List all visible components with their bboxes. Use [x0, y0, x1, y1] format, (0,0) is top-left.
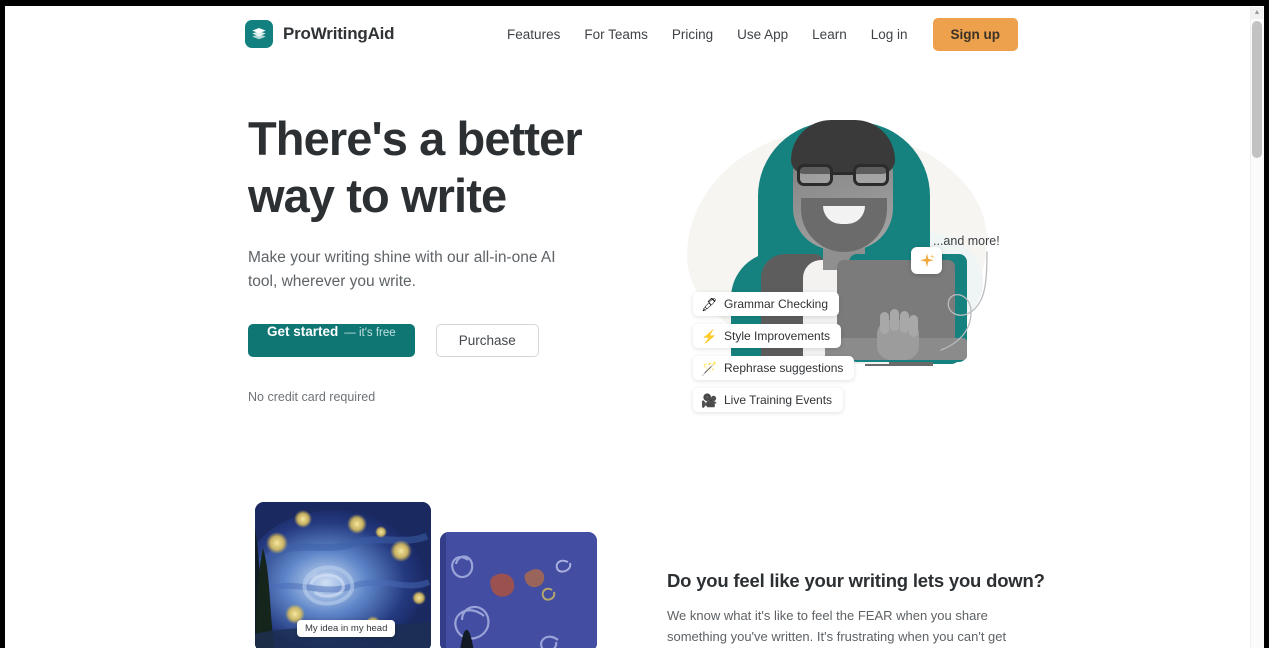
feature-chip-label: Style Improvements: [724, 329, 831, 343]
person-hand: [877, 309, 919, 360]
hand-finger: [909, 315, 918, 337]
childlike-artwork: [440, 532, 597, 648]
hero-section: There's a better way to write Make your …: [5, 62, 1250, 462]
feature-chip-style-improvements[interactable]: ⚡ Style Improvements: [693, 324, 842, 348]
feature-chip-label: Grammar Checking: [724, 297, 829, 311]
page-content: ProWritingAid Features For Teams Pricing…: [5, 6, 1250, 648]
feature-chip-list: 🖋 Grammar Checking ⚡ Style Improvements …: [693, 292, 873, 420]
problem-title: Do you feel like your writing lets you d…: [667, 570, 1045, 591]
nav-item-use-app[interactable]: Use App: [725, 21, 800, 48]
magic-wand-icon: 🪄: [701, 360, 718, 376]
nav-item-for-teams[interactable]: For Teams: [572, 21, 660, 48]
video-camera-icon: 🎥: [701, 392, 718, 408]
glasses-lens-left: [797, 164, 833, 186]
nav-item-pricing[interactable]: Pricing: [660, 21, 725, 48]
hero-cta-row: Get started — it's free Purchase: [248, 324, 628, 357]
sign-up-button[interactable]: Sign up: [932, 17, 1018, 51]
hero-subtitle: Make your writing shine with our all-in-…: [248, 249, 556, 290]
hero-title: There's a better way to write: [248, 112, 583, 222]
problem-copy: Do you feel like your writing lets you d…: [667, 570, 1045, 648]
purchase-button[interactable]: Purchase: [435, 324, 539, 357]
artwork-caption: My idea in my head: [297, 620, 396, 637]
hand-finger: [880, 312, 889, 334]
get-started-button[interactable]: Get started — it's free: [248, 324, 415, 357]
brand-name: ProWritingAid: [283, 24, 395, 43]
site-header: ProWritingAid Features For Teams Pricing…: [5, 6, 1250, 62]
browser-window: ProWritingAid Features For Teams Pricing…: [0, 0, 1269, 648]
get-started-label: Get started: [267, 324, 339, 339]
glasses-bridge: [833, 172, 853, 175]
hero-illustration: ...and more! 🖋 Grammar Checking ⚡ Style: [665, 102, 1015, 412]
hand-finger: [890, 309, 899, 331]
feature-chip-live-training-events[interactable]: 🎥 Live Training Events: [693, 388, 844, 412]
hand-finger: [900, 311, 909, 333]
vertical-scrollbar[interactable]: ▲: [1250, 6, 1264, 648]
scrollbar-thumb[interactable]: [1252, 21, 1262, 158]
scrollbar-up-button[interactable]: ▲: [1251, 7, 1263, 19]
feature-chip-grammar-checking[interactable]: 🖋 Grammar Checking: [693, 292, 840, 316]
feature-chip-label: Live Training Events: [724, 393, 833, 407]
header-inner: ProWritingAid Features For Teams Pricing…: [5, 6, 1250, 62]
stacked-pages-icon: [245, 20, 273, 48]
and-more-callout: ...and more!: [927, 234, 1019, 354]
lightning-bolt-icon: ⚡: [701, 328, 718, 344]
nav-item-features[interactable]: Features: [495, 21, 572, 48]
page-viewport: ProWritingAid Features For Teams Pricing…: [5, 6, 1264, 648]
hero-copy: There's a better way to write Make your …: [248, 110, 628, 404]
brand-home-link[interactable]: ProWritingAid: [245, 20, 395, 48]
glasses-lens-right: [853, 164, 889, 186]
quill-pen-icon: 🖋: [701, 296, 718, 312]
artwork-comparison: My idea in my head: [255, 502, 597, 648]
nav-item-log-in[interactable]: Log in: [859, 21, 920, 48]
primary-nav: Features For Teams Pricing Use App Learn…: [495, 6, 1018, 62]
feature-chip-label: Rephrase suggestions: [724, 361, 844, 375]
get-started-sublabel: — it's free: [344, 327, 396, 339]
nav-item-learn[interactable]: Learn: [800, 21, 859, 48]
curly-pointer-line: [940, 251, 988, 351]
problem-body: We know what it's like to feel the FEAR …: [667, 608, 1007, 644]
eyeglasses-icon: [797, 164, 889, 186]
feature-chip-rephrase-suggestions[interactable]: 🪄 Rephrase suggestions: [693, 356, 855, 380]
no-credit-card-note: No credit card required: [248, 390, 376, 404]
and-more-label: ...and more!: [933, 234, 1000, 248]
problem-section: My idea in my head Do you feel like your…: [5, 458, 1250, 648]
